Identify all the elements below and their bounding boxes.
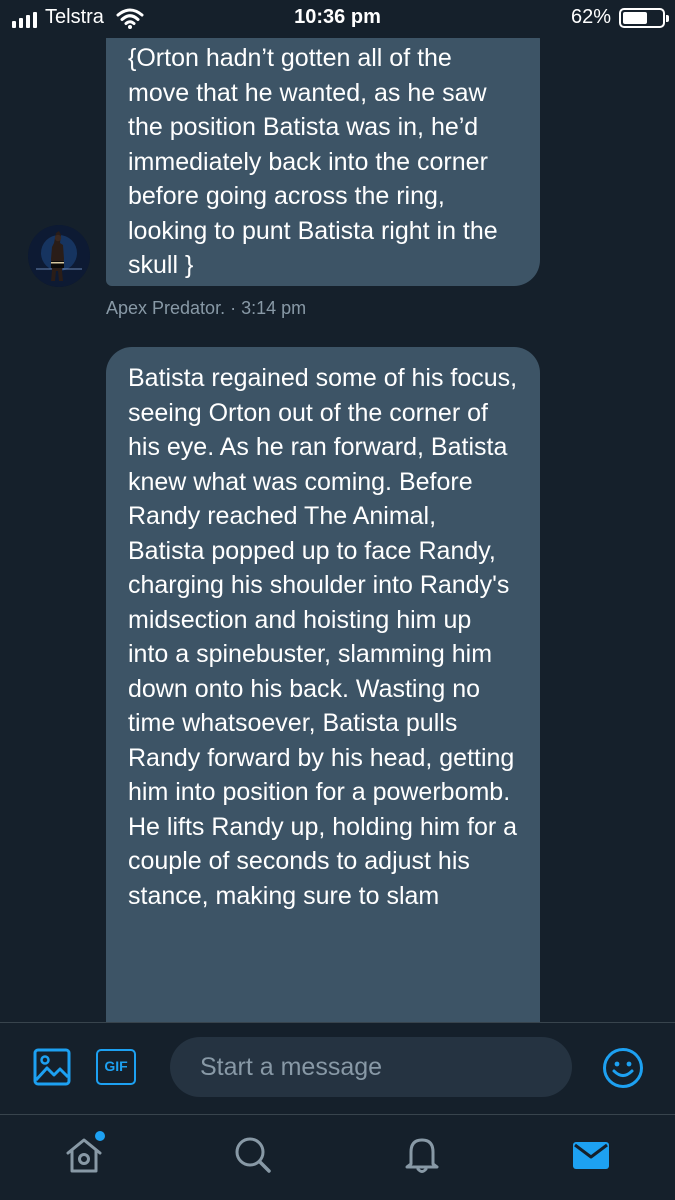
message-timestamp: · 3:14 pm — [230, 298, 307, 318]
home-notification-dot — [95, 1131, 105, 1141]
message-input-container[interactable] — [170, 1037, 572, 1097]
emoji-icon[interactable] — [602, 1047, 644, 1089]
home-icon[interactable] — [64, 1135, 104, 1175]
sender-name: Apex Predator. — [106, 298, 226, 318]
gif-icon[interactable]: GIF — [96, 1049, 136, 1085]
bell-icon[interactable] — [402, 1135, 442, 1175]
image-icon[interactable] — [32, 1047, 72, 1087]
message-meta: Apex Predator. · 3:14 pm — [106, 298, 306, 319]
avatar[interactable] — [28, 225, 90, 287]
bottom-tab-bar — [0, 1114, 675, 1200]
avatar-image — [28, 225, 90, 287]
message-text: Batista regained some of his focus, seei… — [128, 364, 518, 910]
battery-icon — [619, 7, 669, 28]
message-thread[interactable]: {Orton hadn’t gotten all of the move tha… — [0, 38, 675, 1022]
message-bubble-received[interactable]: Batista regained some of his focus, seei… — [106, 347, 540, 1022]
message-bubble-received[interactable]: {Orton hadn’t gotten all of the move tha… — [106, 38, 540, 286]
status-bar: Telstra 10:36 pm 62% — [0, 0, 675, 38]
dm-conversation-screen: Telstra 10:36 pm 62% {Orton hadn’t gotte… — [0, 0, 675, 1200]
message-text: {Orton hadn’t gotten all of the move tha… — [128, 44, 498, 279]
envelope-icon[interactable] — [571, 1135, 611, 1175]
battery-percentage: 62% — [570, 6, 611, 28]
message-composer: GIF — [0, 1022, 675, 1114]
search-icon[interactable] — [233, 1135, 273, 1175]
message-input[interactable] — [170, 1037, 572, 1097]
gif-label: GIF — [104, 1058, 128, 1074]
status-right: 62% — [570, 6, 669, 29]
battery-level-fill — [623, 11, 647, 24]
